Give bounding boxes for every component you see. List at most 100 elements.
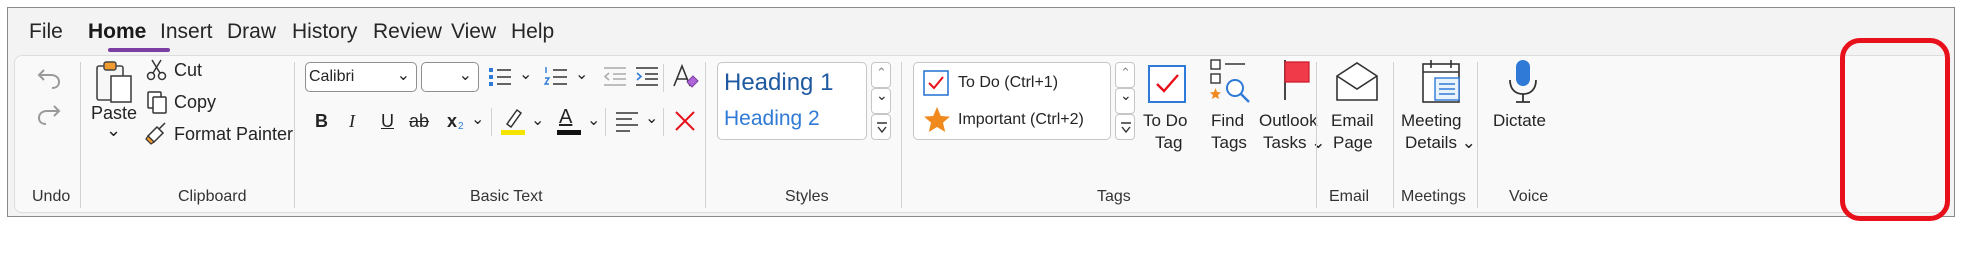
highlight-color-button[interactable]: ⌄ <box>499 106 547 136</box>
group-label-clipboard: Clipboard <box>178 188 247 205</box>
paragraph-alignment-button[interactable]: ⌄ <box>613 108 661 134</box>
ribbon-window: File Home Insert Draw History Review Vie… <box>7 7 1955 221</box>
divider <box>663 108 664 136</box>
find-tags-button[interactable]: Find Tags <box>1205 56 1253 184</box>
chevron-down-icon: ⌄ <box>876 87 888 103</box>
group-label-basic-text: Basic Text <box>470 188 543 205</box>
paste-options-arrow[interactable]: ⌄ <box>106 120 121 141</box>
group-separator <box>294 62 295 208</box>
paste-button[interactable]: Paste ⌄ <box>91 56 139 184</box>
tags-scroll-up[interactable]: ⌃ <box>1115 62 1135 88</box>
find-tags-icon <box>1210 59 1250 103</box>
undo-icon <box>37 69 61 89</box>
star-icon <box>924 107 950 132</box>
undo-button[interactable] <box>35 64 63 92</box>
tag-todo-label: To Do (Ctrl+1) <box>958 74 1059 91</box>
dictate-label: Dictate <box>1493 111 1546 130</box>
dictate-button[interactable]: Dictate <box>1489 56 1559 184</box>
todo-tag-button[interactable]: To Do Tag <box>1141 56 1195 184</box>
styles-scroll-down[interactable]: ⌄ <box>871 87 891 114</box>
strikethrough-button[interactable]: ab <box>409 111 429 132</box>
redo-button[interactable] <box>35 100 63 128</box>
font-name-dropdown[interactable]: Calibri ⌄ <box>305 62 417 92</box>
group-label-voice: Voice <box>1509 188 1549 205</box>
format-painter-icon <box>145 122 166 145</box>
find-tags-label-2: Tags <box>1211 133 1247 152</box>
format-painter-label: Format Painter <box>174 124 294 144</box>
font-color-swatch <box>557 130 581 135</box>
tab-history[interactable]: History <box>292 20 357 44</box>
italic-button[interactable]: I <box>349 111 355 132</box>
decrease-indent-button[interactable] <box>601 64 629 90</box>
bullet-list-icon <box>489 68 511 86</box>
font-color-glyph: A <box>559 106 573 128</box>
cut-button[interactable]: Cut <box>145 58 305 84</box>
increase-indent-button[interactable] <box>633 64 661 90</box>
tab-file[interactable]: File <box>29 20 63 44</box>
tags-scroll-down[interactable]: ⌄ <box>1115 87 1135 114</box>
todo-tag-label-1: To Do <box>1143 111 1188 130</box>
group-separator <box>80 62 81 208</box>
copy-icon <box>147 91 167 114</box>
close-icon <box>675 111 695 131</box>
tab-help[interactable]: Help <box>511 20 554 44</box>
chevron-down-icon: ⌄ <box>458 67 472 84</box>
flag-icon <box>1284 60 1310 100</box>
bold-button[interactable]: B <box>315 111 328 132</box>
chevron-down-icon: ⌄ <box>531 112 545 129</box>
paste-icon <box>96 61 132 103</box>
tags-more[interactable] <box>1115 114 1135 140</box>
styles-gallery[interactable]: Heading 1 Heading 2 <box>717 62 867 140</box>
styles-scroll-up[interactable]: ⌃ <box>871 62 891 88</box>
copy-button[interactable]: Copy <box>145 90 305 116</box>
clear-formatting-icon <box>673 63 699 88</box>
subscript-button[interactable]: x 2 ⌄ <box>447 111 485 137</box>
delete-button[interactable] <box>672 108 698 134</box>
divider <box>491 108 492 136</box>
ribbon-home: Undo Paste ⌄ Cut Copy Format Painter Cli… <box>14 55 1950 213</box>
font-size-dropdown[interactable]: ⌄ <box>421 62 479 92</box>
group-label-undo: Undo <box>32 188 71 205</box>
tab-insert[interactable]: Insert <box>160 20 213 44</box>
style-heading-1[interactable]: Heading 1 <box>724 69 833 97</box>
align-left-icon <box>616 112 638 132</box>
menu-bar: File Home Insert Draw History Review Vie… <box>8 8 1954 52</box>
tag-important[interactable]: Important (Ctrl+2) <box>922 105 1110 135</box>
tags-gallery[interactable]: To Do (Ctrl+1) Important (Ctrl+2) <box>913 62 1111 140</box>
group-label-meetings: Meetings <box>1401 188 1466 205</box>
checkbox-icon <box>923 70 949 96</box>
tab-review[interactable]: Review <box>373 20 442 44</box>
font-name-value: Calibri <box>309 68 355 85</box>
bullets-button[interactable]: ⌄ <box>487 64 535 90</box>
tab-view[interactable]: View <box>451 20 496 44</box>
email-page-button[interactable]: Email Page <box>1325 56 1385 184</box>
find-tags-label-1: Find <box>1211 111 1245 130</box>
scissors-icon <box>146 59 167 81</box>
format-painter-button[interactable]: Format Painter <box>145 122 315 148</box>
group-separator <box>1316 62 1317 208</box>
divider <box>663 64 664 92</box>
group-label-styles: Styles <box>785 188 829 205</box>
tab-home[interactable]: Home <box>88 20 146 44</box>
font-color-button[interactable]: A ⌄ <box>555 106 603 136</box>
meeting-details-label-1: Meeting <box>1401 111 1462 130</box>
group-separator <box>1393 62 1394 208</box>
numbering-button[interactable]: ⌄ <box>543 64 591 90</box>
style-heading-2[interactable]: Heading 2 <box>724 107 820 131</box>
numbered-list-icon <box>543 67 567 85</box>
copy-label: Copy <box>174 92 217 112</box>
more-icon <box>877 122 887 134</box>
meeting-details-button[interactable]: Meeting Details ⌄ <box>1401 56 1481 184</box>
group-label-email: Email <box>1329 188 1370 205</box>
tag-todo[interactable]: To Do (Ctrl+1) <box>922 69 1110 99</box>
clear-formatting-button[interactable] <box>670 62 700 92</box>
chevron-up-icon: ⌃ <box>876 65 887 80</box>
chevron-down-icon: ⌄ <box>1120 87 1132 103</box>
styles-more[interactable] <box>871 114 891 140</box>
voice-group-highlight <box>1840 38 1950 221</box>
increase-indent-icon <box>636 67 658 86</box>
tab-draw[interactable]: Draw <box>227 20 276 44</box>
underline-button[interactable]: U <box>381 111 394 132</box>
tag-important-label: Important (Ctrl+2) <box>958 111 1084 128</box>
chevron-down-icon: ⌄ <box>587 112 601 129</box>
